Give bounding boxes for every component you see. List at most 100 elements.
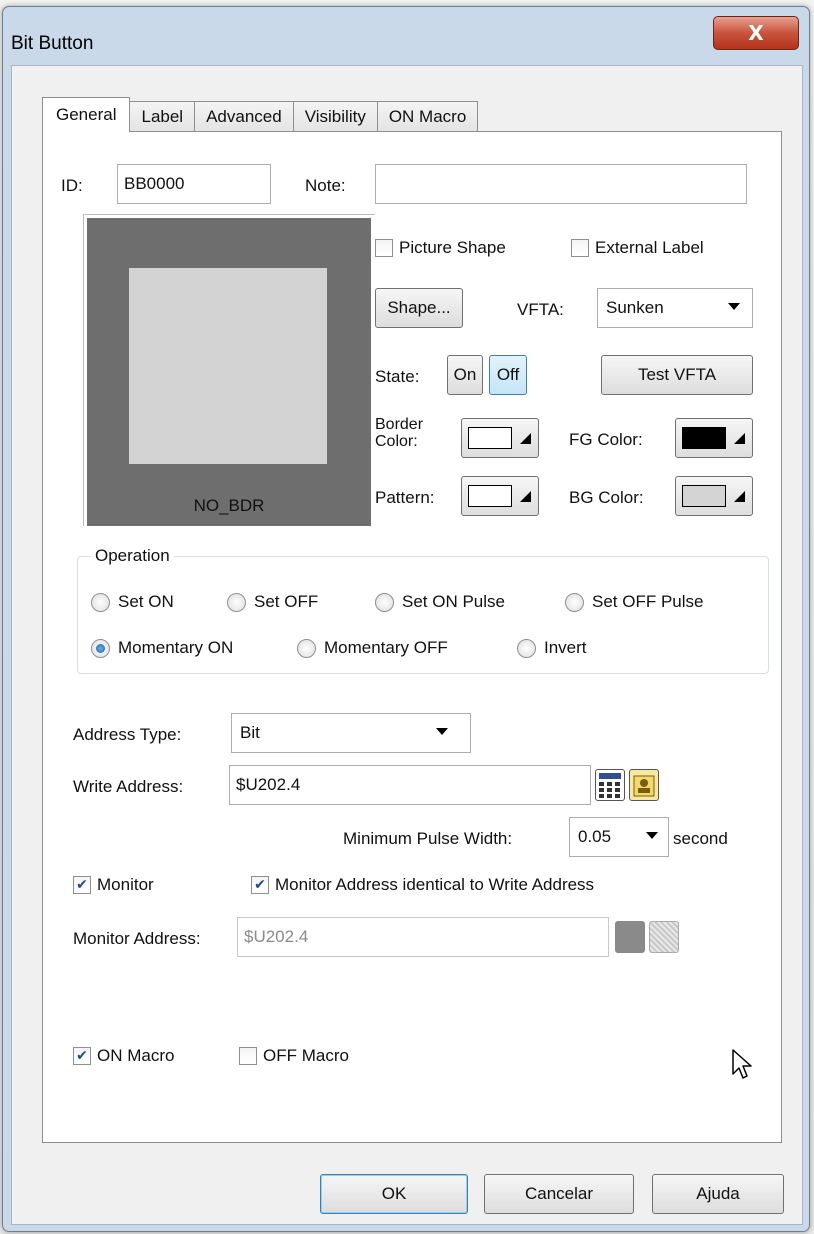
radio-label: Set ON Pulse	[402, 592, 505, 611]
cancel-button[interactable]: Cancelar	[484, 1174, 634, 1214]
chevron-down-icon	[646, 832, 658, 839]
radio-dot	[517, 638, 536, 658]
preview-shape-name: NO_BDR	[193, 496, 265, 515]
vfta-select[interactable]: Sunken	[597, 288, 753, 328]
shape-button[interactable]: Shape...	[375, 288, 463, 328]
state-on-button[interactable]: On	[447, 355, 483, 395]
radio-label: Invert	[544, 638, 587, 657]
dialog-client-area: General Label Advanced Visibility ON Mac…	[11, 65, 803, 1225]
picture-shape-checkbox[interactable]: Picture Shape	[375, 238, 506, 258]
fg-color-picker[interactable]	[675, 418, 753, 458]
radio-dot	[375, 592, 394, 612]
title-bar[interactable]: Bit Button X	[3, 7, 809, 65]
radio-dot-selected	[91, 638, 110, 658]
address-tag-icon[interactable]	[629, 769, 659, 801]
address-tag-icon-disabled	[649, 921, 679, 953]
write-address-label: Write Address:	[73, 777, 184, 796]
tab-advanced[interactable]: Advanced	[194, 101, 294, 132]
note-label: Note:	[305, 176, 346, 195]
radio-label: Set OFF	[254, 592, 319, 611]
bit-button-dialog: Bit Button X General Label Advanced Visi…	[2, 6, 810, 1232]
monitor-address-value: $U202.4	[244, 927, 309, 946]
calculator-icon-disabled	[615, 921, 645, 953]
mouse-cursor-icon	[732, 1049, 752, 1079]
radio-momentary-on[interactable]: Momentary ON	[91, 638, 233, 658]
state-off-button[interactable]: Off	[489, 355, 527, 395]
radio-label: Momentary ON	[118, 638, 234, 657]
tab-general[interactable]: General	[42, 97, 131, 132]
monitor-address-input[interactable]: $U202.4	[237, 917, 609, 957]
monitor-identical-text: Monitor Address identical to Write Addre…	[275, 875, 595, 894]
address-type-label: Address Type:	[73, 725, 182, 744]
id-value: BB0000	[124, 174, 185, 193]
state-off-label: Off	[496, 365, 520, 384]
state-label: State:	[375, 367, 420, 386]
test-vfta-button[interactable]: Test VFTA	[601, 355, 753, 395]
close-icon: X	[748, 21, 764, 45]
monitor-address-label: Monitor Address:	[73, 929, 201, 948]
min-pulse-width-label: Minimum Pulse Width:	[343, 829, 513, 848]
shape-button-label: Shape...	[387, 298, 451, 317]
radio-set-on[interactable]: Set ON	[91, 592, 174, 612]
on-macro-box	[73, 1047, 91, 1065]
help-label: Ajuda	[696, 1184, 740, 1203]
calculator-icon[interactable]	[595, 769, 625, 801]
off-macro-box	[239, 1047, 257, 1065]
picture-shape-box	[375, 239, 393, 257]
radio-momentary-off[interactable]: Momentary OFF	[297, 638, 448, 658]
dialog-title: Bit Button	[11, 33, 94, 54]
id-label: ID:	[61, 176, 83, 195]
chevron-down-icon	[728, 303, 740, 310]
external-label-checkbox[interactable]: External Label	[571, 238, 704, 258]
address-type-select[interactable]: Bit	[231, 713, 471, 753]
dropdown-triangle-icon	[520, 491, 531, 502]
on-macro-checkbox[interactable]: ON Macro	[73, 1046, 174, 1066]
radio-dot	[565, 592, 584, 612]
on-macro-text: ON Macro	[97, 1046, 175, 1065]
write-address-input[interactable]: $U202.4	[229, 765, 591, 805]
radio-invert[interactable]: Invert	[517, 638, 587, 658]
off-macro-checkbox[interactable]: OFF Macro	[239, 1046, 349, 1066]
radio-dot	[227, 592, 246, 612]
operation-group-title: Operation	[91, 546, 174, 566]
test-vfta-label: Test VFTA	[637, 365, 717, 384]
monitor-identical-checkbox[interactable]: Monitor Address identical to Write Addre…	[251, 875, 594, 895]
border-color-picker[interactable]	[461, 418, 539, 458]
border-color-label: Border Color:	[375, 416, 423, 450]
state-on-label: On	[453, 365, 477, 384]
cancel-label: Cancelar	[524, 1184, 594, 1203]
radio-set-off[interactable]: Set OFF	[227, 592, 318, 612]
radio-set-off-pulse[interactable]: Set OFF Pulse	[565, 592, 703, 612]
monitor-checkbox[interactable]: Monitor	[73, 875, 154, 895]
tab-visibility[interactable]: Visibility	[292, 101, 378, 132]
radio-dot	[91, 592, 110, 612]
monitor-text: Monitor	[97, 875, 154, 894]
radio-set-on-pulse[interactable]: Set ON Pulse	[375, 592, 505, 612]
external-label-box	[571, 239, 589, 257]
address-type-value: Bit	[240, 723, 260, 742]
tab-label[interactable]: Label	[129, 101, 196, 132]
id-input[interactable]: BB0000	[117, 164, 271, 204]
pattern-picker[interactable]	[461, 476, 539, 516]
monitor-box	[73, 876, 91, 894]
min-pulse-width-select[interactable]: 0.05	[569, 817, 669, 857]
button-preview: NO_BDR	[87, 218, 371, 526]
note-input[interactable]	[375, 164, 747, 204]
min-pulse-width-value: 0.05	[578, 827, 612, 846]
radio-label: Set ON	[118, 592, 174, 611]
tab-on-macro[interactable]: ON Macro	[376, 101, 479, 132]
tab-strip: General Label Advanced Visibility ON Mac…	[42, 97, 479, 132]
help-button[interactable]: Ajuda	[652, 1174, 784, 1214]
preview-face	[129, 268, 327, 464]
vfta-value: Sunken	[606, 298, 664, 317]
border-color-label-line2: Color:	[375, 433, 418, 450]
external-label-text: External Label	[595, 238, 704, 257]
vfta-label: VFTA:	[517, 300, 564, 319]
bg-color-picker[interactable]	[675, 476, 753, 516]
close-button[interactable]: X	[713, 16, 799, 50]
ok-button[interactable]: OK	[320, 1174, 468, 1214]
chevron-down-icon	[436, 728, 448, 735]
min-pulse-unit: second	[673, 829, 728, 848]
dropdown-triangle-icon	[734, 433, 745, 444]
bg-color-swatch	[682, 485, 726, 507]
